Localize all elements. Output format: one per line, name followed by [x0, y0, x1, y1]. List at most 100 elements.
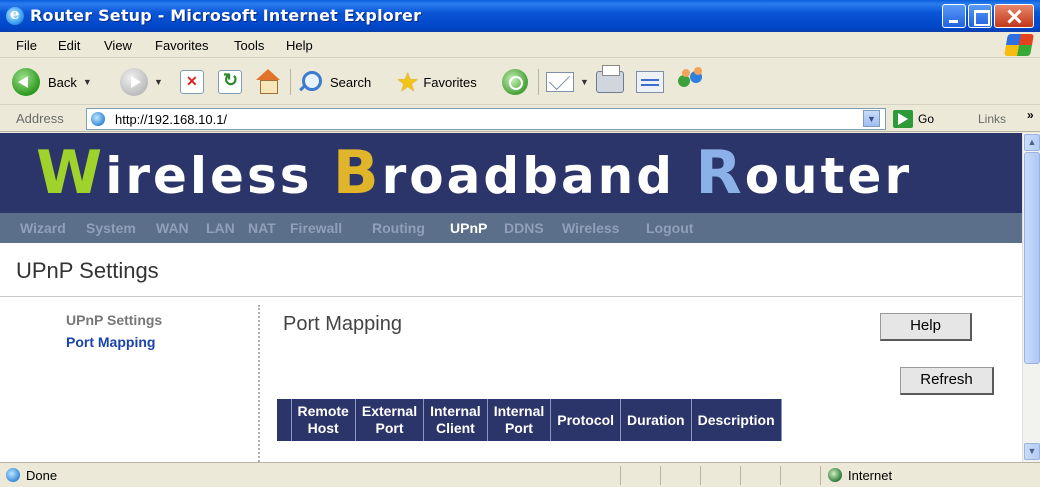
- status-text: Done: [26, 468, 58, 483]
- forward-button[interactable]: ▼: [120, 67, 163, 97]
- brand-banner: Wireless Broadband Router: [0, 133, 1022, 213]
- table-header-spacer: [277, 399, 292, 441]
- nav-item-firewall[interactable]: Firewall: [290, 220, 342, 236]
- scrollbar-thumb[interactable]: [1024, 152, 1040, 364]
- section-title: Port Mapping: [283, 313, 402, 335]
- side-item-upnp-settings[interactable]: UPnP Settings: [66, 312, 162, 328]
- print-button[interactable]: [596, 65, 624, 97]
- menu-help[interactable]: Help: [286, 38, 313, 53]
- history-icon: [502, 69, 528, 95]
- edit-button[interactable]: [636, 67, 664, 97]
- status-pane-divider: [620, 466, 621, 485]
- menu-edit[interactable]: Edit: [58, 38, 80, 53]
- brand-logo: Wireless Broadband Router: [36, 143, 912, 205]
- menu-favorites[interactable]: Favorites: [155, 38, 208, 53]
- status-pane-divider: [820, 466, 821, 485]
- refresh-button[interactable]: Refresh: [900, 367, 994, 395]
- brand-word: ireless: [105, 147, 333, 205]
- brand-initial: W: [36, 138, 106, 208]
- search-label: Search: [330, 74, 372, 90]
- sidebar-divider: [258, 305, 260, 462]
- home-icon: [254, 69, 282, 95]
- address-bar: Address http://192.168.10.1/ ▼ Go Links …: [0, 106, 1040, 132]
- history-button[interactable]: [502, 67, 528, 97]
- back-label: Back: [48, 74, 77, 90]
- chevron-down-icon: ▼: [580, 77, 589, 87]
- home-button[interactable]: [254, 67, 282, 97]
- refresh-icon: [218, 70, 242, 94]
- nav-item-wizard[interactable]: Wizard: [20, 220, 66, 236]
- vertical-scrollbar[interactable]: ▲ ▼: [1022, 133, 1040, 462]
- table-header-row: Remote Host External Port Internal Clien…: [277, 399, 782, 441]
- status-pane-divider: [780, 466, 781, 485]
- address-input[interactable]: http://192.168.10.1/: [86, 108, 886, 130]
- status-pane-divider: [740, 466, 741, 485]
- stop-button[interactable]: [180, 67, 204, 97]
- back-button[interactable]: Back ▼: [12, 67, 92, 97]
- links-button[interactable]: Links: [978, 112, 1006, 126]
- ie-icon: [6, 5, 24, 25]
- page-icon: [91, 112, 105, 126]
- stop-icon: [180, 70, 204, 94]
- page-viewport: Wireless Broadband Router Wizard System …: [0, 133, 1022, 462]
- address-label: Address: [16, 111, 64, 126]
- minimize-button[interactable]: [942, 4, 966, 28]
- links-more-icon[interactable]: »: [1027, 108, 1034, 122]
- mail-icon: [546, 72, 574, 92]
- port-mapping-table: Remote Host External Port Internal Clien…: [277, 399, 782, 441]
- brand-word: roadband: [381, 147, 696, 205]
- close-button[interactable]: [994, 4, 1034, 28]
- column-duration: Duration: [620, 399, 692, 441]
- scroll-up-button[interactable]: ▲: [1024, 134, 1040, 151]
- mail-button[interactable]: ▼: [546, 67, 589, 97]
- refresh-page-button[interactable]: [218, 67, 242, 97]
- address-dropdown-button[interactable]: ▼: [863, 110, 880, 127]
- side-menu: UPnP Settings Port Mapping: [0, 298, 258, 462]
- nav-item-wireless[interactable]: Wireless: [562, 220, 619, 236]
- toolbar-separator: [538, 69, 539, 95]
- window-title: Router Setup - Microsoft Internet Explor…: [30, 6, 422, 25]
- column-remote-host: Remote Host: [291, 399, 356, 441]
- side-item-port-mapping[interactable]: Port Mapping: [66, 334, 155, 350]
- maximize-button[interactable]: [968, 4, 992, 28]
- go-arrow-icon[interactable]: [893, 110, 913, 128]
- nav-item-lan[interactable]: LAN: [206, 220, 235, 236]
- browser-window: Router Setup - Microsoft Internet Explor…: [0, 0, 1040, 487]
- search-button[interactable]: Search: [298, 67, 371, 97]
- messenger-icon: [676, 69, 706, 95]
- messenger-button[interactable]: [676, 67, 706, 97]
- help-button[interactable]: Help: [880, 313, 972, 341]
- column-internal-port: Internal Port: [487, 399, 552, 441]
- status-bar: Done Internet: [0, 462, 1040, 487]
- nav-item-logout[interactable]: Logout: [646, 220, 693, 236]
- menu-view[interactable]: View: [104, 38, 132, 53]
- status-pane-divider: [700, 466, 701, 485]
- standard-toolbar: Back ▼ ▼ Search ★ Favorites: [0, 59, 1040, 105]
- column-external-port: External Port: [355, 399, 425, 441]
- menu-file[interactable]: File: [16, 38, 37, 53]
- nav-item-wan[interactable]: WAN: [156, 220, 189, 236]
- nav-item-nat[interactable]: NAT: [248, 220, 276, 236]
- menu-bar: File Edit View Favorites Tools Help: [0, 32, 1040, 58]
- edit-icon: [636, 71, 664, 93]
- toolbar-separator: [290, 69, 291, 95]
- status-pane-divider: [660, 466, 661, 485]
- security-zone: Internet: [848, 468, 893, 483]
- nav-item-upnp[interactable]: UPnP: [450, 220, 487, 236]
- nav-item-system[interactable]: System: [86, 220, 136, 236]
- page-icon: [6, 468, 20, 482]
- favorites-button[interactable]: ★ Favorites: [396, 67, 477, 97]
- title-bar[interactable]: Router Setup - Microsoft Internet Explor…: [0, 0, 1040, 32]
- go-button[interactable]: Go: [918, 112, 934, 126]
- nav-item-ddns[interactable]: DDNS: [504, 220, 544, 236]
- search-icon: [298, 69, 324, 95]
- scroll-down-button[interactable]: ▼: [1024, 443, 1040, 460]
- main-nav: Wizard System WAN LAN NAT Firewall Routi…: [0, 213, 1022, 243]
- column-internal-client: Internal Client: [423, 399, 488, 441]
- menu-tools[interactable]: Tools: [234, 38, 264, 53]
- chevron-down-icon: ▼: [154, 77, 163, 87]
- column-description: Description: [691, 399, 782, 441]
- back-arrow-icon: [12, 68, 40, 96]
- nav-item-routing[interactable]: Routing: [372, 220, 425, 236]
- forward-arrow-icon: [120, 68, 148, 96]
